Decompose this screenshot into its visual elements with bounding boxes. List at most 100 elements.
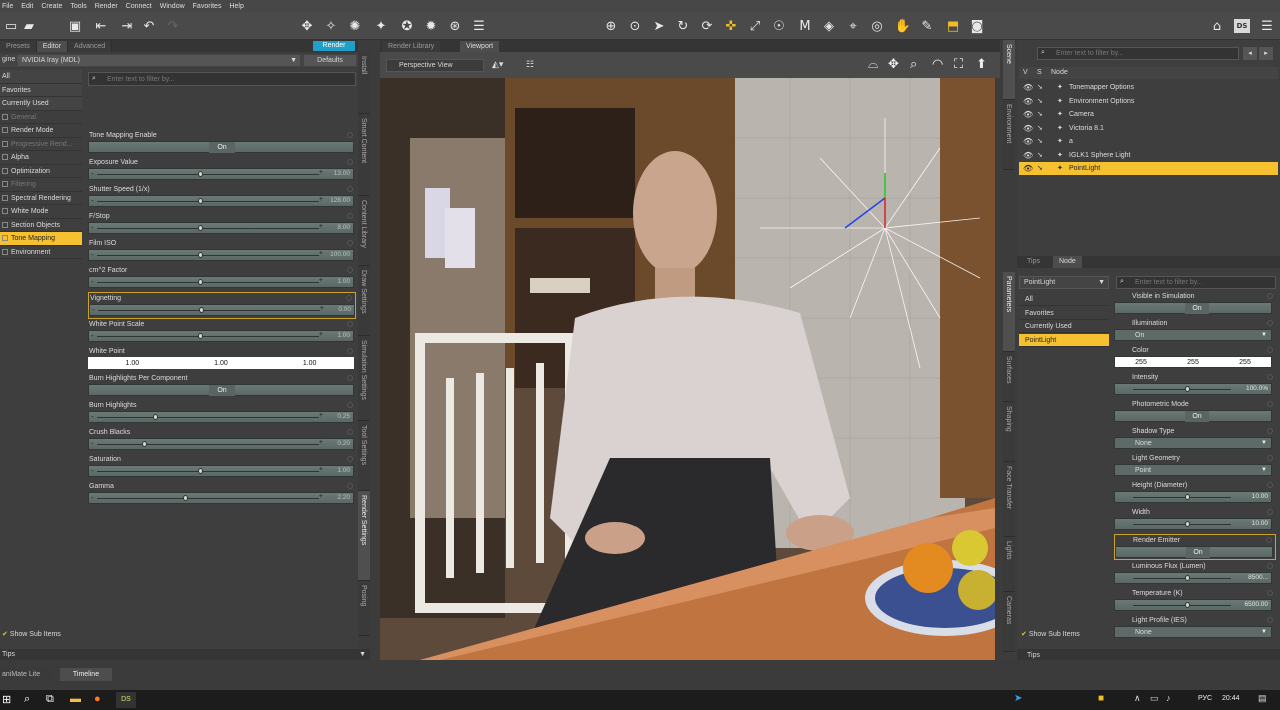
scene-node-a[interactable]: 👁 ➘ ✦ a bbox=[1019, 135, 1278, 148]
keyframe-dot-icon[interactable] bbox=[347, 213, 353, 219]
keyframe-dot-icon[interactable] bbox=[347, 186, 353, 192]
slider-knob[interactable] bbox=[198, 468, 204, 474]
network-icon[interactable]: ▭ bbox=[1150, 693, 1159, 704]
side-tab-lights[interactable]: Lights bbox=[1003, 537, 1015, 592]
menu-file[interactable]: File bbox=[2, 3, 13, 10]
render-button[interactable]: Render bbox=[313, 41, 355, 51]
plus-icon[interactable]: + bbox=[319, 169, 323, 176]
view-select[interactable]: Perspective View bbox=[386, 59, 484, 72]
file-explorer-icon[interactable]: ▬ bbox=[70, 693, 81, 705]
render-icon[interactable]: ⊛ bbox=[446, 16, 464, 36]
category-render-mode[interactable]: Render Mode bbox=[0, 124, 82, 138]
node-tool-icon[interactable]: ⬒ bbox=[944, 16, 962, 36]
keyframe-dot-icon[interactable] bbox=[1267, 374, 1273, 380]
language-indicator[interactable]: РУС bbox=[1198, 695, 1212, 702]
spotlight-icon[interactable]: ✪ bbox=[398, 16, 416, 36]
tab-advanced[interactable]: Advanced bbox=[68, 41, 113, 52]
undo-icon[interactable]: ↶ bbox=[140, 16, 158, 36]
white-point-value[interactable]: 1.00 bbox=[126, 360, 140, 367]
orbit-icon[interactable]: ⌓ bbox=[868, 56, 878, 72]
point-light-icon[interactable]: ✦ bbox=[372, 16, 390, 36]
import-icon[interactable]: ⇤ bbox=[92, 16, 110, 36]
eye-icon[interactable]: 👁 bbox=[1023, 108, 1033, 121]
slider-knob[interactable] bbox=[198, 333, 204, 339]
minus-icon[interactable]: - bbox=[91, 466, 94, 475]
scene-node-camera[interactable]: 👁 ➘ ✦ Camera bbox=[1019, 108, 1278, 121]
rotate-icon[interactable]: ↻ bbox=[674, 16, 692, 36]
surface-selection-icon[interactable]: ◈ bbox=[820, 16, 838, 36]
plus-icon[interactable]: + bbox=[319, 331, 323, 338]
menu-tools[interactable]: Tools bbox=[70, 3, 86, 10]
side-tab-smart-content[interactable]: Smart Content bbox=[358, 114, 370, 196]
zoom-icon[interactable]: ⌕ bbox=[910, 56, 917, 72]
keyframe-dot-icon[interactable] bbox=[1267, 401, 1273, 407]
show-sub-items-checkbox[interactable]: ✔ Show Sub Items bbox=[2, 630, 61, 638]
cursor-icon[interactable]: ➘ bbox=[1037, 149, 1043, 162]
slider-knob[interactable] bbox=[142, 441, 147, 447]
plus-icon[interactable]: + bbox=[319, 250, 323, 257]
rotate-view-icon[interactable]: ◠ bbox=[932, 56, 943, 72]
cursor-icon[interactable]: ➘ bbox=[1037, 108, 1043, 121]
scene-filter-field[interactable]: ⌕ Enter text to filter by... bbox=[1037, 47, 1239, 60]
category-environment[interactable]: Environment bbox=[0, 246, 82, 259]
side-tab-simulation-settings[interactable]: Simulation Settings bbox=[358, 336, 370, 421]
value-slider[interactable]: - +1.00 bbox=[88, 465, 354, 477]
firefox-icon[interactable]: ● bbox=[94, 693, 101, 705]
param-filter-field[interactable]: ⌕ Enter text to filter by... bbox=[1116, 276, 1276, 289]
tab-timeline[interactable]: Timeline bbox=[60, 668, 112, 681]
slider-knob[interactable] bbox=[153, 414, 159, 420]
category-alpha[interactable]: Alpha bbox=[0, 151, 82, 165]
keyframe-dot-icon[interactable] bbox=[1266, 537, 1272, 543]
eye-icon[interactable]: 👁 bbox=[1023, 162, 1033, 175]
category-filtering[interactable]: Filtering bbox=[0, 178, 82, 192]
color-value[interactable]: 255 bbox=[1239, 359, 1251, 366]
tab-animate-lite[interactable]: aniMate Lite bbox=[0, 668, 54, 681]
filter-field[interactable]: ⌕ Enter text to filter by... bbox=[88, 72, 356, 86]
toggle-button[interactable]: On bbox=[209, 385, 235, 396]
keyframe-dot-icon[interactable] bbox=[1267, 320, 1273, 326]
category-favorites[interactable]: Favorites bbox=[0, 83, 82, 97]
category-currently-used[interactable]: Currently Used bbox=[0, 97, 82, 111]
slider-knob[interactable] bbox=[182, 495, 188, 501]
slider-knob[interactable] bbox=[198, 279, 204, 285]
side-tab-scene[interactable]: Scene bbox=[1003, 40, 1015, 100]
region-navigator-icon[interactable]: ⌖ bbox=[844, 16, 862, 36]
keyframe-dot-icon[interactable] bbox=[347, 132, 353, 138]
tab-presets[interactable]: Presets bbox=[0, 41, 37, 52]
value-slider[interactable]: 100.0% bbox=[1114, 383, 1272, 395]
category-tone-mapping[interactable]: Tone Mapping bbox=[0, 232, 82, 246]
plus-icon[interactable]: + bbox=[319, 439, 323, 446]
menu-create[interactable]: Create bbox=[41, 3, 62, 10]
plus-icon[interactable]: + bbox=[319, 412, 323, 419]
view-control-icon[interactable]: ⊙ bbox=[626, 16, 644, 36]
value-slider[interactable]: - +2.20 bbox=[88, 492, 354, 504]
cursor-icon[interactable]: ➘ bbox=[1037, 135, 1043, 148]
translate-icon[interactable]: ✜ bbox=[722, 16, 740, 36]
param-dropdown[interactable]: Point bbox=[1114, 464, 1272, 476]
node-select[interactable]: PointLight ▼ bbox=[1019, 276, 1109, 289]
keyframe-dot-icon[interactable] bbox=[1267, 617, 1273, 623]
scene-node-tonemapper-options[interactable]: 👁 ➘ ✦ Tonemapper Options bbox=[1019, 81, 1278, 94]
slider-value[interactable]: 13.00 bbox=[334, 170, 350, 177]
minus-icon[interactable]: - bbox=[91, 331, 94, 340]
scene-node-pointlight[interactable]: 👁 ➘ ✦ PointLight bbox=[1019, 162, 1278, 175]
scene-node-iglk1-sphere-light[interactable]: 👁 ➘ ✦ IGLK1 Sphere Light bbox=[1019, 149, 1278, 162]
eye-icon[interactable]: 👁 bbox=[1023, 81, 1033, 94]
light-tool-icon[interactable]: ✺ bbox=[346, 16, 364, 36]
value-slider[interactable]: 6500.00 bbox=[1114, 599, 1272, 611]
tab-tips[interactable]: Tips bbox=[1021, 256, 1046, 268]
menu-connect[interactable]: Connect bbox=[126, 3, 152, 10]
param-category-pointlight[interactable]: PointLight bbox=[1019, 333, 1109, 347]
tab-editor[interactable]: Editor bbox=[36, 41, 69, 52]
ds-logo-icon[interactable]: DS bbox=[1234, 19, 1250, 33]
daz-studio-taskbar-app[interactable]: DS bbox=[116, 692, 136, 708]
pointer-icon[interactable]: ➤ bbox=[650, 16, 668, 36]
slider-value[interactable]: 2.20 bbox=[337, 494, 350, 501]
slider-value[interactable]: 0.25 bbox=[337, 413, 350, 420]
color-value[interactable]: 255 bbox=[1135, 359, 1147, 366]
menu-window[interactable]: Window bbox=[160, 3, 185, 10]
minus-icon[interactable]: - bbox=[91, 412, 94, 421]
defaults-button[interactable]: Defaults bbox=[304, 55, 356, 66]
cursor-icon[interactable]: ➘ bbox=[1037, 122, 1043, 135]
category-section-objects[interactable]: Section Objects bbox=[0, 219, 82, 232]
